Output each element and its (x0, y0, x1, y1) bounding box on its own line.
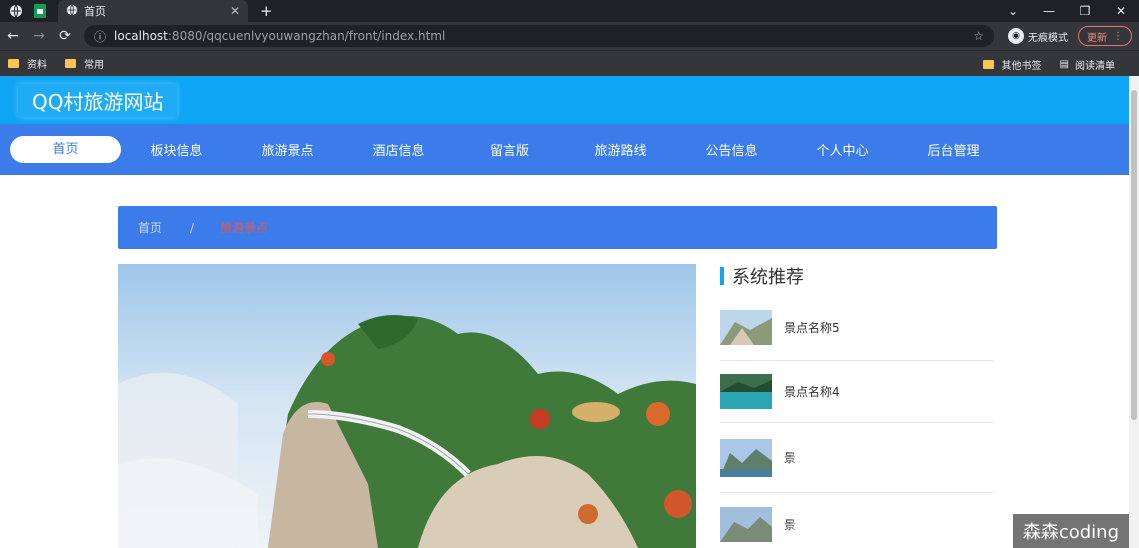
recommend-item[interactable]: 景点名称4 (720, 361, 993, 423)
globe-icon[interactable] (8, 3, 24, 19)
active-tab[interactable]: 首页 ✕ (58, 0, 248, 22)
other-bookmarks[interactable]: 其他书签 (982, 57, 1042, 72)
bookmark-folder[interactable]: 常用 (65, 56, 104, 71)
bookmark-label: 其他书签 (1001, 60, 1042, 72)
watermark: 森森coding (1012, 514, 1129, 548)
back-icon[interactable]: ← (0, 28, 26, 44)
nav-routes[interactable]: 旅游路线 (565, 140, 676, 159)
nav-guestbook[interactable]: 留言版 (454, 140, 565, 159)
folder-icon (65, 59, 76, 68)
page-scrollbar[interactable] (1129, 76, 1139, 548)
nav-attractions[interactable]: 旅游景点 (232, 140, 343, 159)
sheets-icon[interactable] (32, 3, 48, 19)
reading-list[interactable]: ▤ 阅读清单 (1060, 57, 1115, 72)
bookmark-label: 常用 (84, 60, 104, 71)
attraction-main-image[interactable] (118, 264, 696, 548)
recommend-title: 系统推荐 (720, 264, 993, 288)
recommend-item[interactable]: 景 (720, 423, 993, 493)
web-page: QQ村旅游网站 首页 板块信息 旅游景点 酒店信息 留言版 旅游路线 公告信息 … (0, 76, 1139, 548)
bookmarks-bar: 资料 常用 其他书签 ▤ 阅读清单 (0, 50, 1139, 76)
browser-tab-bar: 首页 ✕ + ⌄ — ❐ ✕ (0, 0, 1139, 22)
folder-icon (8, 59, 19, 68)
forward-icon[interactable]: → (26, 28, 52, 44)
main-nav: 首页 板块信息 旅游景点 酒店信息 留言版 旅游路线 公告信息 个人中心 后台管… (0, 124, 1139, 175)
close-window-icon[interactable]: ✕ (1103, 4, 1139, 18)
close-tab-icon[interactable]: ✕ (230, 4, 240, 18)
url-path: :8080/qqcuenlvyouwangzhan/front/index.ht… (167, 29, 446, 43)
breadcrumb-home[interactable]: 首页 (138, 219, 162, 236)
recommend-thumbnail[interactable] (720, 438, 772, 477)
breadcrumb: 首页 / 旅游景点 (118, 206, 997, 249)
bookmark-folder[interactable]: 资料 (8, 56, 47, 71)
nav-profile[interactable]: 个人中心 (787, 140, 898, 159)
recommend-thumbnail[interactable] (720, 374, 772, 409)
nav-hotels[interactable]: 酒店信息 (343, 140, 454, 159)
nav-admin[interactable]: 后台管理 (898, 140, 1009, 159)
info-icon[interactable]: ⓘ (94, 28, 106, 45)
tab-globe-icon (66, 4, 78, 19)
update-label: 更新 (1087, 32, 1107, 44)
reload-icon[interactable]: ⟳ (52, 28, 78, 44)
breadcrumb-separator: / (190, 220, 195, 235)
recommend-thumbnail[interactable] (720, 309, 772, 345)
address-bar[interactable]: ⓘ localhost:8080/qqcuenlvyouwangzhan/fro… (84, 25, 994, 47)
title-accent-bar (720, 267, 724, 285)
incognito-icon: ◉ (1008, 28, 1024, 44)
window-controls: ⌄ — ❐ ✕ (995, 0, 1139, 22)
url-host: localhost (114, 29, 168, 43)
recommend-sidebar: 系统推荐 景点名称5 景点名称4 景 景 (720, 264, 993, 548)
bookmark-label: 阅读清单 (1075, 60, 1115, 72)
restore-icon[interactable]: ❐ (1067, 4, 1103, 18)
bookmark-label: 资料 (27, 60, 47, 71)
minimize-icon[interactable]: — (1031, 4, 1067, 18)
site-header: QQ村旅游网站 (0, 76, 1139, 124)
folder-icon (982, 59, 994, 69)
reading-list-icon: ▤ (1059, 58, 1069, 70)
recommend-thumbnail[interactable] (720, 506, 772, 542)
new-tab-icon[interactable]: + (260, 2, 273, 20)
scrollbar-thumb[interactable] (1131, 90, 1137, 420)
recommend-name[interactable]: 景点名称5 (784, 319, 840, 336)
recommend-item[interactable]: 景点名称5 (720, 294, 993, 361)
update-button[interactable]: 更新 ⋮ (1078, 26, 1132, 46)
site-logo[interactable]: QQ村旅游网站 (18, 84, 178, 117)
incognito-label: 无痕模式 (1028, 32, 1068, 44)
recommend-item[interactable]: 景 (720, 493, 993, 548)
browser-toolbar: ← → ⟳ ⓘ localhost:8080/qqcuenlvyouwangzh… (0, 22, 1139, 50)
incognito-indicator[interactable]: ◉ 无痕模式 (1008, 28, 1068, 44)
nav-home[interactable]: 首页 (10, 136, 121, 163)
nav-announcements[interactable]: 公告信息 (676, 140, 787, 159)
bookmark-star-icon[interactable]: ☆ (973, 29, 984, 43)
blur-overlay (795, 506, 855, 536)
nav-forum[interactable]: 板块信息 (121, 140, 232, 159)
menu-dots-icon: ⋮ (1113, 30, 1123, 42)
breadcrumb-current: 旅游景点 (220, 221, 269, 235)
recommend-title-text: 系统推荐 (732, 267, 804, 288)
recommend-name[interactable]: 景点名称4 (784, 383, 840, 400)
blur-overlay (795, 436, 855, 466)
tab-title: 首页 (84, 5, 106, 18)
tab-search-icon[interactable]: ⌄ (995, 4, 1031, 18)
